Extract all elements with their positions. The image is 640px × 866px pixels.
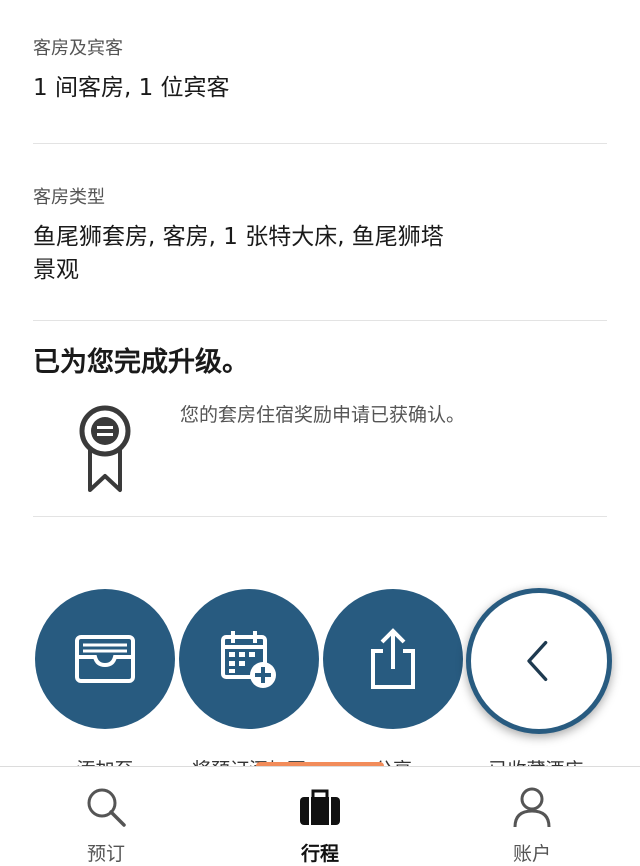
chevron-left-icon xyxy=(527,641,548,681)
add-to-calendar-button[interactable] xyxy=(179,589,319,729)
share-button[interactable] xyxy=(323,589,463,729)
search-icon xyxy=(87,788,126,827)
action-bar: 添加至 将预订添加至 分享 已收藏酒店 xyxy=(0,588,640,768)
room-type-value-line1: 鱼尾狮套房, 客房, 1 张特大床, 鱼尾狮塔 xyxy=(33,224,444,250)
add-to-wallet-button[interactable] xyxy=(35,589,175,729)
tab-booking[interactable]: 预订 xyxy=(26,767,186,865)
rooms-guests-label: 客房及宾客 xyxy=(33,38,123,59)
room-type-section: 客房类型 鱼尾狮套房, 客房, 1 张特大床, 鱼尾狮塔 景观 xyxy=(33,183,607,287)
room-type-value-line2: 景观 xyxy=(33,257,79,283)
collapse-actions-button[interactable] xyxy=(466,588,612,734)
calendar-add-icon xyxy=(221,631,276,688)
tab-trips[interactable]: 行程 xyxy=(240,767,400,865)
divider xyxy=(33,320,607,321)
rooms-guests-value: 1 间客房, 1 位宾客 xyxy=(33,75,230,101)
ribbon-badge-icon xyxy=(79,405,131,492)
suitcase-icon xyxy=(300,789,340,825)
share-icon xyxy=(371,628,415,689)
tab-booking-label: 预订 xyxy=(86,843,125,865)
divider xyxy=(33,143,607,144)
tab-account[interactable]: 账户 xyxy=(452,767,612,865)
room-type-label: 客房类型 xyxy=(33,187,105,208)
rooms-guests-section: 客房及宾客 1 间客房, 1 位宾客 xyxy=(33,34,607,105)
person-icon xyxy=(513,787,551,828)
upgrade-description: 您的套房住宿奖励申请已获确认。 xyxy=(180,404,466,426)
tab-trips-label: 行程 xyxy=(300,843,339,865)
tab-bar: 预订 行程 账户 xyxy=(0,766,640,865)
divider xyxy=(33,516,607,517)
wallet-icon xyxy=(75,635,135,683)
upgrade-title: 已为您完成升级。 xyxy=(33,347,249,378)
tab-account-label: 账户 xyxy=(512,843,551,865)
